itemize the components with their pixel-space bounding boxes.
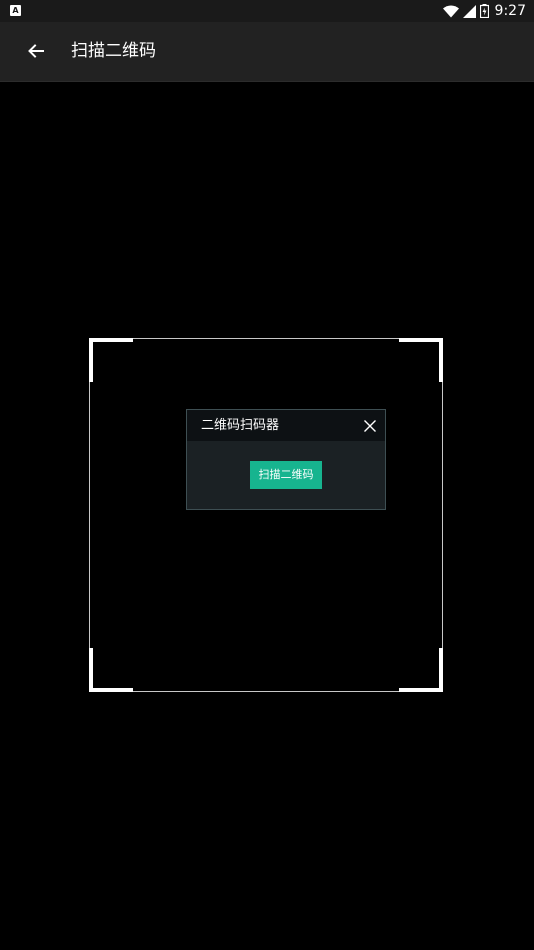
arrow-left-icon bbox=[28, 44, 44, 58]
scan-corner-top-left bbox=[89, 338, 133, 382]
scan-corner-bottom-left bbox=[89, 648, 133, 692]
status-time: 9:27 bbox=[494, 3, 526, 19]
back-button[interactable] bbox=[20, 35, 52, 67]
toolbar: 扫描二维码 bbox=[0, 22, 534, 82]
page-title: 扫描二维码 bbox=[71, 41, 156, 61]
scan-frame bbox=[89, 338, 443, 692]
wifi-icon bbox=[442, 5, 459, 17]
dialog-title: 二维码扫码器 bbox=[201, 418, 280, 433]
status-icons: 9:27 bbox=[442, 0, 526, 22]
screen: A 9:27 扫描二维码 二维码扫码器 扫描二维码 bbox=[0, 0, 534, 950]
status-bar: A 9:27 bbox=[0, 0, 534, 22]
dialog-close-button[interactable] bbox=[363, 418, 377, 432]
scan-qrcode-button[interactable]: 扫描二维码 bbox=[250, 461, 322, 489]
dialog-header: 二维码扫码器 bbox=[187, 410, 385, 441]
notification-icon: A bbox=[10, 5, 21, 16]
signal-icon bbox=[462, 4, 476, 18]
close-icon bbox=[364, 420, 376, 432]
battery-icon bbox=[479, 4, 489, 18]
scanner-dialog: 二维码扫码器 扫描二维码 bbox=[186, 409, 386, 510]
scan-corner-bottom-right bbox=[399, 648, 443, 692]
scan-corner-top-right bbox=[399, 338, 443, 382]
